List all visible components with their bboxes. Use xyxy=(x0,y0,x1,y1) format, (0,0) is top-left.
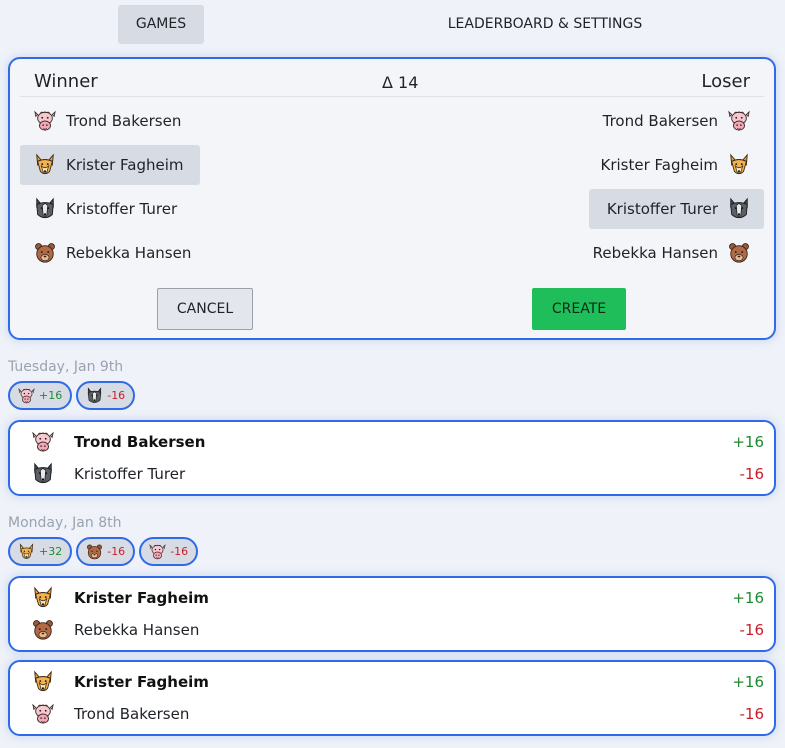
bear-icon xyxy=(34,241,56,265)
score-chip: -16 xyxy=(76,381,136,410)
loser-option[interactable]: Trond Bakersen xyxy=(603,101,764,141)
winner-option[interactable]: Kristoffer Turer xyxy=(20,189,177,229)
delta-value: Δ 14 xyxy=(382,73,419,92)
create-button[interactable]: CREATE xyxy=(532,288,626,330)
loser-option[interactable]: Kristoffer Turer xyxy=(589,189,764,229)
cancel-button[interactable]: CANCEL xyxy=(157,288,253,330)
winner-row: Trond Bakersen +16 xyxy=(10,426,774,458)
game-card[interactable]: Trond Bakersen +16 Kristoffer Turer -16 xyxy=(8,420,776,496)
loser-option[interactable]: Rebekka Hansen xyxy=(593,233,764,273)
loser-option[interactable]: Krister Fagheim xyxy=(600,145,764,185)
wolf-icon xyxy=(34,197,56,221)
score-chip: -16 xyxy=(76,537,136,566)
chip-delta: -16 xyxy=(170,545,189,558)
fox-icon xyxy=(728,153,750,177)
score-chip: +16 xyxy=(8,381,73,410)
loser-row: Rebekka Hansen -16 xyxy=(10,614,774,646)
wolf-icon xyxy=(728,197,750,221)
new-game-card: Winner Δ 14 Loser CANCEL CREATE Trond Ba… xyxy=(8,57,776,340)
loser-name: Trond Bakersen xyxy=(74,705,190,723)
top-nav: GAMES LEADERBOARD & SETTINGS xyxy=(0,0,785,48)
wolf-icon xyxy=(32,462,54,486)
cow-icon xyxy=(149,543,166,561)
bear-icon xyxy=(32,618,54,642)
game-card[interactable]: Krister Fagheim +16 Trond Bakersen -16 xyxy=(8,660,776,736)
player-name: Krister Fagheim xyxy=(600,156,718,174)
score-chip: +32 xyxy=(8,537,73,566)
chip-delta: -16 xyxy=(107,545,126,558)
player-name: Krister Fagheim xyxy=(66,156,184,174)
winner-name: Krister Fagheim xyxy=(74,673,209,691)
player-name: Kristoffer Turer xyxy=(606,200,718,218)
chip-delta: +16 xyxy=(39,389,63,402)
day-date: Monday, Jan 8th xyxy=(8,515,122,531)
player-name: Kristoffer Turer xyxy=(66,200,178,218)
tab-games[interactable]: GAMES xyxy=(118,5,204,44)
winner-option[interactable]: Krister Fagheim xyxy=(20,145,200,185)
loser-header: Loser xyxy=(701,71,750,92)
bear-icon xyxy=(728,241,750,265)
cow-icon xyxy=(32,702,54,726)
day-summary-chips: +32 -16 -16 xyxy=(8,537,199,566)
tab-leaderboard-settings[interactable]: LEADERBOARD & SETTINGS xyxy=(420,5,670,44)
day-summary-chips: +16 -16 xyxy=(8,381,136,410)
loser-name: Rebekka Hansen xyxy=(74,621,200,639)
winner-row: Krister Fagheim +16 xyxy=(10,666,774,698)
bear-icon xyxy=(86,543,103,561)
loser-row: Trond Bakersen -16 xyxy=(10,698,774,730)
header-divider xyxy=(20,96,764,97)
player-name: Rebekka Hansen xyxy=(592,244,718,262)
winner-option[interactable]: Trond Bakersen xyxy=(20,101,181,141)
winner-option[interactable]: Rebekka Hansen xyxy=(20,233,191,273)
winner-row: Krister Fagheim +16 xyxy=(10,582,774,614)
score-chip: -16 xyxy=(139,537,199,566)
day-date: Tuesday, Jan 9th xyxy=(8,359,124,375)
cow-icon xyxy=(32,430,54,454)
winner-name: Trond Bakersen xyxy=(74,433,206,451)
loser-delta: -16 xyxy=(739,465,765,483)
cow-icon xyxy=(18,387,35,405)
winner-name: Krister Fagheim xyxy=(74,589,209,607)
chip-delta: +32 xyxy=(39,545,63,558)
wolf-icon xyxy=(86,387,103,405)
loser-delta: -16 xyxy=(739,705,765,723)
player-name: Trond Bakersen xyxy=(602,112,718,130)
fox-icon xyxy=(34,153,56,177)
cow-icon xyxy=(34,109,56,133)
winner-header: Winner xyxy=(34,71,98,92)
winner-delta: +16 xyxy=(732,589,764,607)
player-name: Trond Bakersen xyxy=(66,112,182,130)
fox-icon xyxy=(32,586,54,610)
loser-row: Kristoffer Turer -16 xyxy=(10,458,774,490)
loser-delta: -16 xyxy=(739,621,765,639)
player-name: Rebekka Hansen xyxy=(66,244,192,262)
winner-delta: +16 xyxy=(732,673,764,691)
winner-delta: +16 xyxy=(732,433,764,451)
loser-name: Kristoffer Turer xyxy=(74,465,186,483)
fox-icon xyxy=(32,670,54,694)
cow-icon xyxy=(728,109,750,133)
fox-icon xyxy=(18,543,35,561)
chip-delta: -16 xyxy=(107,389,126,402)
game-card[interactable]: Krister Fagheim +16 Rebekka Hansen -16 xyxy=(8,576,776,652)
